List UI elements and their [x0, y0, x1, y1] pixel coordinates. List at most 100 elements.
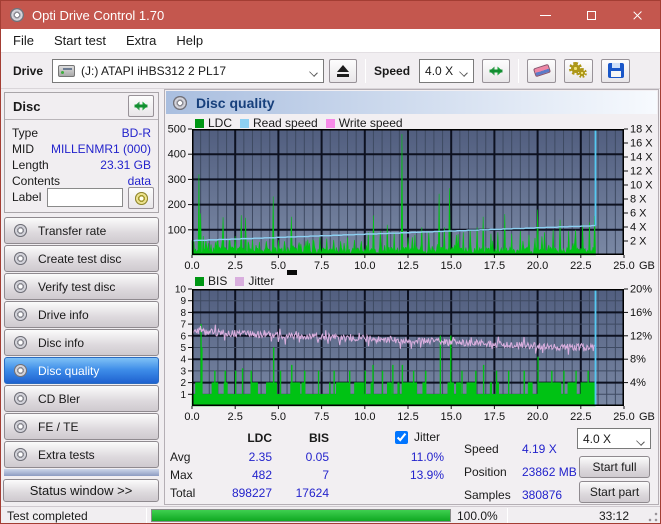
start-part-button[interactable]: Start part [579, 481, 650, 503]
drive-select[interactable]: (J:) ATAPI iHBS312 2 PL17 [52, 58, 325, 83]
jitter-checkbox-label[interactable]: Jitter [414, 430, 440, 444]
disc-label-label: Label [12, 190, 42, 204]
total-ldc-value: 898227 [231, 486, 272, 500]
svg-text:7: 7 [180, 320, 186, 331]
svg-text:1: 1 [180, 390, 186, 401]
max-ldc-value: 482 [251, 468, 272, 482]
page-title: Disc quality [196, 94, 275, 111]
sidebar-item-extra-tests[interactable]: Extra tests [4, 441, 159, 468]
menu-bar: File Start test Extra Help [1, 29, 660, 53]
menu-help[interactable]: Help [166, 30, 213, 51]
legend-swatch [235, 276, 245, 286]
speed-select[interactable]: 4.0 X [419, 58, 475, 83]
cd-disc-icon [14, 252, 27, 265]
menu-extra[interactable]: Extra [116, 30, 166, 51]
sidebar-item-disc-quality[interactable]: Disc quality [4, 357, 159, 384]
eject-button[interactable] [329, 58, 358, 83]
sidebar-item-drive-info[interactable]: Drive info [4, 301, 159, 328]
svg-text:12.5: 12.5 [397, 411, 418, 423]
sidebar-item-disc-info[interactable]: Disc info [4, 329, 159, 356]
svg-text:25.0: 25.0 [613, 260, 634, 272]
svg-text:16 X: 16 X [630, 138, 653, 150]
legend-swatch [240, 118, 250, 128]
svg-text:8%: 8% [630, 354, 646, 366]
resize-grip[interactable] [648, 512, 658, 522]
disc-contents-label: Contents [12, 174, 61, 188]
legend-label: Read speed [253, 116, 318, 130]
erase-disc-button[interactable] [527, 58, 557, 83]
svg-text:4: 4 [180, 355, 186, 366]
svg-text:12 X: 12 X [630, 166, 653, 178]
cd-disc-icon [14, 448, 27, 461]
samples-info-label: Samples [464, 488, 511, 502]
svg-text:15.0: 15.0 [440, 260, 461, 272]
svg-text:5: 5 [180, 343, 186, 354]
chevron-down-icon [636, 437, 645, 446]
svg-text:2 X: 2 X [630, 236, 647, 248]
svg-text:5.0: 5.0 [271, 411, 286, 423]
sidebar-item-create-test-disc[interactable]: Create test disc [4, 245, 159, 272]
disc-row-length: Length 23.31 GB [12, 158, 151, 173]
sidebar-item-transfer-rate[interactable]: Transfer rate [4, 217, 159, 244]
svg-text:100: 100 [168, 224, 186, 236]
svg-text:8: 8 [180, 308, 186, 319]
title-bar[interactable]: Opti Drive Control 1.70 [1, 1, 660, 29]
sidebar-item-cd-bler[interactable]: CD Bler [4, 385, 159, 412]
avg-jitter-value: 11.0% [410, 450, 444, 464]
disc-mid-label: MID [12, 142, 34, 156]
floppy-disk-icon [607, 63, 624, 78]
max-bis-value: 7 [322, 468, 329, 482]
save-button[interactable] [601, 58, 631, 83]
progress-percent: 100.0% [457, 509, 498, 523]
speed-select-value: 4.0 X [425, 63, 454, 78]
speed-label: Speed [374, 63, 411, 78]
settings-button[interactable] [564, 58, 594, 83]
cd-disc-icon [14, 224, 27, 237]
legend-item: Read speed [240, 116, 318, 130]
svg-text:300: 300 [168, 174, 186, 186]
disc-length-label: Length [12, 158, 49, 172]
start-full-button[interactable]: Start full [579, 456, 650, 478]
sidebar-item-fe-te[interactable]: FE / TE [4, 413, 159, 440]
gears-icon [568, 61, 589, 80]
svg-text:22.5: 22.5 [570, 260, 591, 272]
status-window-button[interactable]: Status window >> [3, 479, 159, 502]
progress-bar [151, 509, 451, 522]
toolbar: Drive (J:) ATAPI iHBS312 2 PL17 Speed 4.… [1, 53, 660, 89]
disc-mid-value: MILLENMR1 (000) [50, 142, 151, 156]
drive-select-value: (J:) ATAPI iHBS312 2 PL17 [81, 63, 226, 78]
close-button[interactable] [614, 1, 660, 29]
chart2-legend: BIS Jitter [195, 274, 274, 288]
eject-icon [336, 64, 350, 77]
svg-text:12%: 12% [630, 330, 652, 342]
refresh-button[interactable] [482, 58, 511, 83]
svg-text:GB: GB [639, 260, 655, 272]
menu-start-test[interactable]: Start test [44, 30, 116, 51]
svg-text:22.5: 22.5 [570, 411, 591, 423]
svg-text:8 X: 8 X [630, 194, 647, 206]
minimize-button[interactable] [522, 1, 568, 29]
menu-file[interactable]: File [3, 30, 44, 51]
svg-text:10 X: 10 X [630, 180, 653, 192]
disc-panel-title: Disc [13, 99, 41, 114]
disc-label-input[interactable] [47, 188, 123, 207]
chevron-down-icon [459, 67, 468, 77]
disc-label-browse-button[interactable] [128, 187, 154, 209]
test-speed-select[interactable]: 4.0 X [577, 428, 651, 449]
status-bar: Test completed 100.0% 33:12 [1, 506, 660, 523]
maximize-button[interactable] [568, 1, 614, 29]
legend-item: Write speed [325, 116, 403, 130]
cd-disc-icon [14, 392, 27, 405]
svg-text:0.0: 0.0 [184, 411, 199, 423]
svg-text:6 X: 6 X [630, 208, 647, 220]
legend-swatch [325, 118, 335, 128]
chevron-down-icon [309, 67, 318, 77]
disc-refresh-button[interactable] [128, 95, 154, 117]
svg-text:20.0: 20.0 [527, 411, 548, 423]
elapsed-time: 33:12 [598, 509, 629, 523]
cd-disc-icon [14, 420, 27, 433]
app-icon [10, 8, 24, 22]
sidebar-item-verify-test-disc[interactable]: Verify test disc [4, 273, 159, 300]
jitter-checkbox[interactable] [395, 430, 408, 444]
svg-text:17.5: 17.5 [484, 411, 505, 423]
